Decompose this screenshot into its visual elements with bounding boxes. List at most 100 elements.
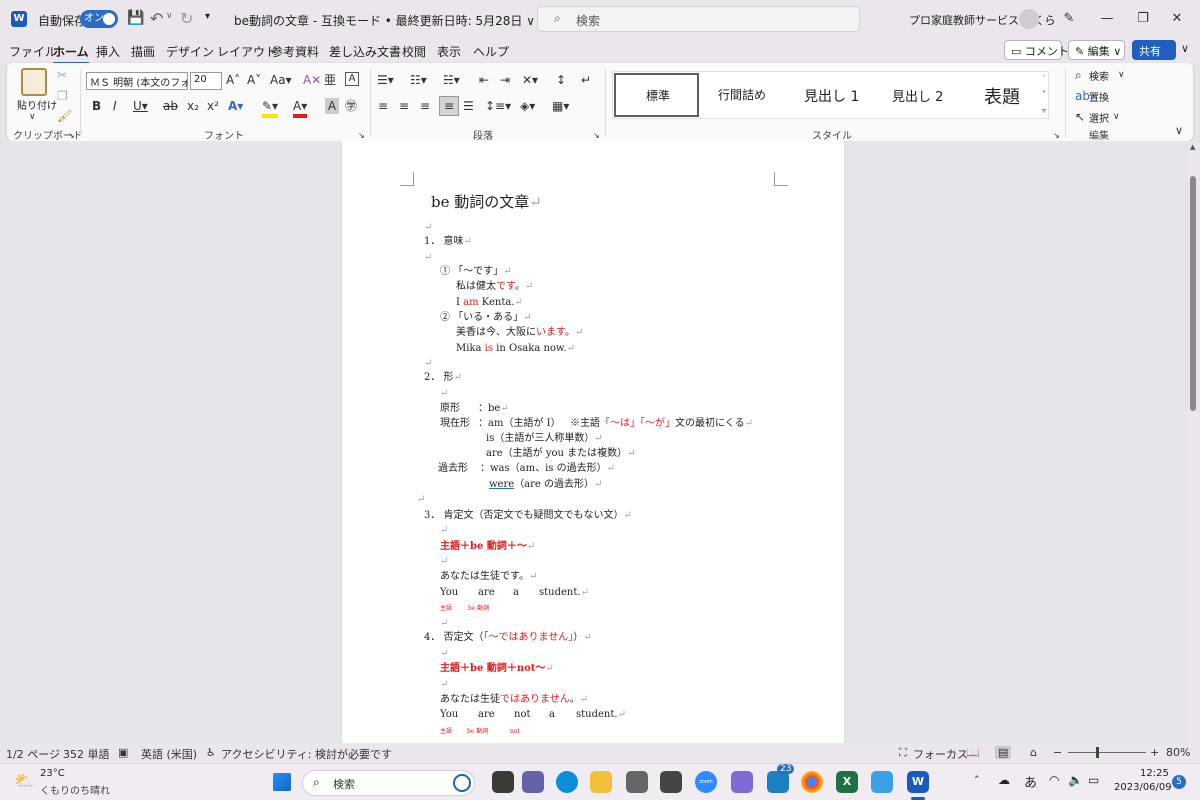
phonetic-guide-icon[interactable]: 亜 (324, 72, 336, 88)
shrink-font-icon[interactable]: A˅ (247, 72, 261, 88)
paste-icon[interactable] (21, 68, 47, 96)
strikethrough-icon[interactable]: ab (163, 98, 178, 114)
minimize-icon[interactable]: — (1096, 8, 1118, 30)
share-button[interactable]: 共有 (1132, 40, 1176, 60)
align-right-icon[interactable]: ≡ (420, 98, 430, 114)
italic-icon[interactable]: I (113, 98, 117, 114)
task-view-icon[interactable] (492, 771, 514, 793)
tab-design[interactable]: デザイン (166, 43, 214, 60)
style-heading-2[interactable]: 見出し 2 (892, 86, 943, 105)
tab-layout[interactable]: レイアウト (217, 43, 277, 60)
font-size-select[interactable]: 20 (190, 72, 222, 90)
web-layout-icon[interactable]: ⌂ (1030, 746, 1037, 759)
zoom-in-icon[interactable]: + (1150, 746, 1159, 759)
pen-icon[interactable]: ✎ (1058, 8, 1080, 30)
edge-icon[interactable] (556, 771, 578, 793)
select-dropdown-icon[interactable]: ∨ (1113, 109, 1120, 125)
volume-icon[interactable]: 🔈 (1068, 773, 1083, 787)
ime-indicator[interactable]: あ (1024, 772, 1037, 791)
search-box[interactable]: ⌕ 検索 (537, 6, 860, 32)
save-icon[interactable]: 💾 (127, 10, 144, 26)
zoom-level[interactable]: 80% (1166, 746, 1190, 759)
font-color-icon[interactable]: A▾ (293, 98, 308, 118)
wifi-icon[interactable]: ◠ (1049, 773, 1059, 787)
style-heading-1[interactable]: 見出し 1 (804, 86, 859, 106)
copy-icon[interactable]: ❐ (57, 88, 68, 104)
tab-mailings[interactable]: 差し込み文書 (329, 43, 401, 60)
select-icon[interactable]: ↖ (1075, 109, 1085, 125)
style-scroll-down-icon[interactable]: ˅ (1042, 87, 1046, 103)
undo-dropdown-icon[interactable]: ∨ (166, 11, 173, 21)
teams-icon[interactable] (522, 771, 544, 793)
shading-icon[interactable]: ◈▾ (520, 98, 535, 114)
tab-references[interactable]: 参考資料 (271, 43, 319, 60)
borders-icon[interactable]: ▦▾ (552, 98, 569, 114)
taskbar-search[interactable]: ⌕ 検索 (302, 770, 475, 796)
numbering-icon[interactable]: ☷▾ (410, 72, 427, 88)
text-effects-icon[interactable]: A▾ (228, 98, 243, 114)
battery-icon[interactable]: ▭ (1088, 773, 1099, 787)
enclose-character-icon[interactable]: A (345, 72, 359, 86)
focus-mode[interactable]: フォーカス (913, 746, 968, 762)
tab-view[interactable]: 表示 (437, 43, 461, 60)
excel-icon[interactable]: X (836, 771, 858, 793)
tab-review[interactable]: 校閲 (402, 43, 426, 60)
accessibility-status[interactable]: アクセシビリティ: 検討が必要です (221, 746, 392, 762)
comment-button[interactable]: ▭ コメント (1004, 40, 1069, 60)
paint-icon[interactable] (871, 771, 893, 793)
share-dropdown-icon[interactable]: ∨ (1181, 42, 1189, 55)
language[interactable]: 英語 (米国) (141, 746, 197, 762)
printer-icon[interactable] (626, 771, 648, 793)
cut-icon[interactable]: ✂ (57, 67, 67, 83)
proofing-icon[interactable]: ▣ (118, 746, 128, 759)
read-mode-icon[interactable]: 📖 (966, 746, 980, 759)
select-label[interactable]: 選択 (1089, 110, 1109, 125)
find-icon[interactable]: ⌕ (1075, 67, 1082, 83)
find-label[interactable]: 検索 (1089, 68, 1109, 83)
align-left-icon[interactable]: ≡ (378, 98, 388, 114)
chrome-icon[interactable] (801, 771, 823, 793)
bold-icon[interactable]: B (92, 98, 101, 114)
scroll-up-icon[interactable]: ▲ (1190, 143, 1195, 151)
zoom-out-icon[interactable]: − (1053, 746, 1062, 759)
print-layout-icon[interactable]: ▤ (995, 746, 1012, 759)
clock-time[interactable]: 12:25 (1140, 768, 1169, 779)
superscript-icon[interactable]: x² (207, 98, 219, 114)
asian-layout-icon[interactable]: ✕▾ (522, 72, 538, 88)
camera-icon[interactable] (660, 771, 682, 793)
tab-home[interactable]: ホーム (53, 43, 89, 64)
word-taskbar-icon[interactable]: W (907, 771, 929, 793)
scrollbar-thumb[interactable] (1190, 176, 1196, 411)
style-no-spacing[interactable]: 行間詰め (718, 86, 766, 103)
line-spacing-icon[interactable]: ↕≡▾ (485, 98, 511, 114)
multilevel-list-icon[interactable]: ☵▾ (443, 72, 460, 88)
distributed-icon[interactable]: ☰ (463, 98, 474, 114)
zoom-slider[interactable] (1068, 752, 1146, 753)
replace-icon[interactable]: ab (1075, 88, 1090, 104)
justify-icon[interactable]: ≡ (439, 96, 459, 116)
close-icon[interactable]: ✕ (1166, 8, 1188, 30)
document-title[interactable]: be動詞の文章 - 互換モード • 最終更新日時: 5月28日 ∨ (234, 12, 535, 29)
document-page[interactable]: be 動詞の文章↵ ↵ 1． 意味↵ ↵ ① 「～です」↵ 私は健太です。↵ I… (341, 141, 845, 743)
edit-mode-button[interactable]: ✎ 編集 ∨ (1068, 40, 1125, 60)
avatar[interactable] (1019, 9, 1039, 29)
sort-icon[interactable]: ↕ (556, 72, 566, 88)
replace-label[interactable]: 置換 (1089, 89, 1109, 104)
quick-access-menu-icon[interactable]: ▾ (205, 11, 210, 22)
word-count[interactable]: 352 単語 (63, 746, 110, 762)
file-explorer-icon[interactable] (590, 771, 612, 793)
paste-label[interactable]: 貼り付け (17, 97, 57, 112)
zoom-slider-thumb[interactable] (1096, 747, 1099, 758)
character-shading-icon[interactable]: A (325, 98, 339, 114)
tab-insert[interactable]: 挿入 (96, 43, 120, 60)
tray-overflow-icon[interactable]: ˄ (974, 774, 980, 787)
temperature[interactable]: 23°C (40, 768, 65, 779)
style-title[interactable]: 表題 (984, 83, 1020, 109)
notification-center-badge[interactable]: 5 (1172, 775, 1186, 789)
change-case-icon[interactable]: Aa▾ (270, 72, 292, 88)
clear-formatting-icon[interactable]: A✕ (303, 72, 321, 88)
autosave-toggle[interactable]: オン (80, 10, 118, 28)
restore-icon[interactable]: ❐ (1132, 8, 1154, 30)
decrease-indent-icon[interactable]: ⇤ (479, 72, 489, 88)
tab-help[interactable]: ヘルプ (473, 43, 509, 60)
